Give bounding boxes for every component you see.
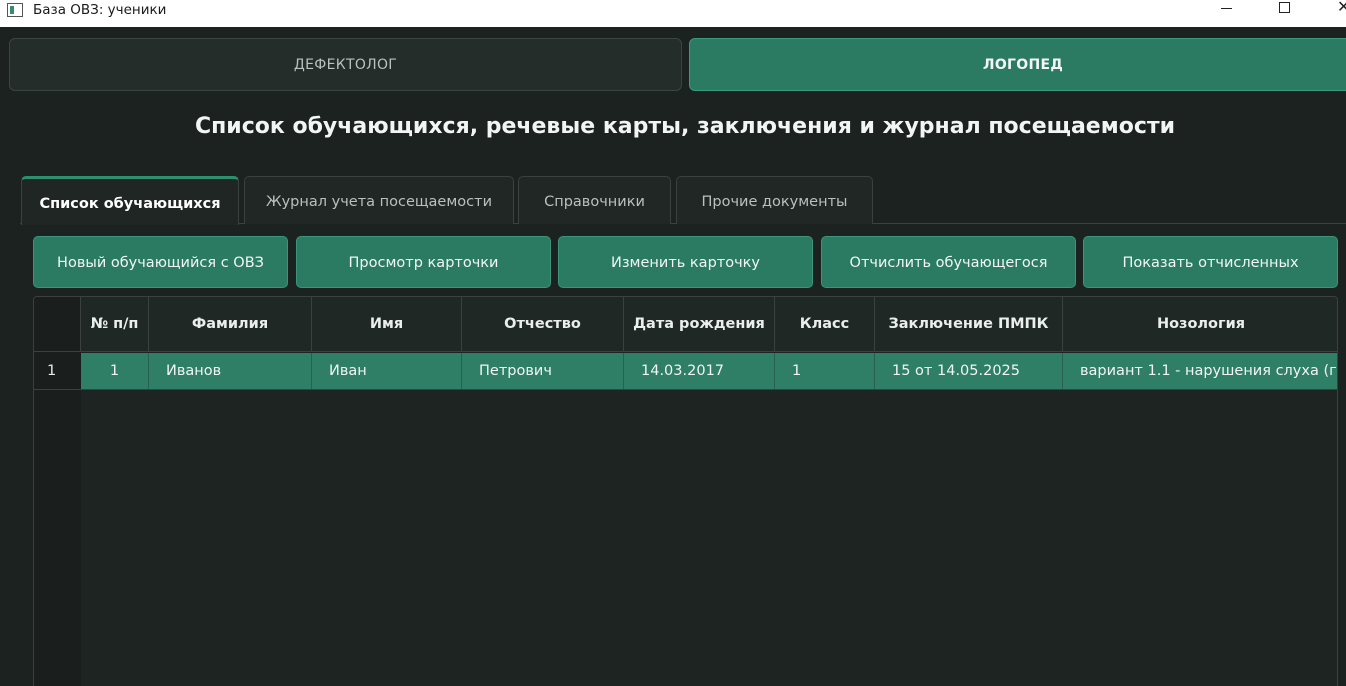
table-cell-name[interactable]: Иван [312, 353, 462, 389]
column-header-pmpk[interactable]: Заключение ПМПК [875, 297, 1063, 352]
close-button[interactable]: ✕ [1320, 0, 1346, 20]
table-cell-birthdate[interactable]: 14.03.2017 [624, 353, 775, 389]
students-table[interactable]: № п/п Фамилия Имя Отчество Дата рождения… [33, 296, 1338, 686]
header-divider [34, 351, 1337, 352]
column-header-number[interactable]: № п/п [81, 297, 149, 352]
row-header[interactable]: 1 [34, 353, 81, 389]
maximize-icon [1279, 2, 1290, 13]
minimize-button[interactable] [1204, 0, 1250, 20]
table-cell-pmpk[interactable]: 15 от 14.05.2025 [875, 353, 1063, 389]
tab-student-list[interactable]: Список обучающихся [21, 176, 239, 225]
table-cell-number[interactable]: 1 [81, 353, 149, 389]
new-student-button[interactable]: Новый обучающийся с ОВЗ [33, 236, 288, 288]
column-header-name[interactable]: Имя [312, 297, 462, 352]
tab-attendance-journal[interactable]: Журнал учета посещаемости [244, 176, 514, 224]
view-card-button[interactable]: Просмотр карточки [296, 236, 551, 288]
maximize-button[interactable] [1262, 0, 1308, 20]
column-header-birthdate[interactable]: Дата рождения [624, 297, 775, 352]
window-title: База ОВЗ: ученики [33, 2, 167, 18]
tab-references[interactable]: Справочники [518, 176, 671, 224]
minimize-icon [1221, 8, 1232, 9]
show-expelled-button[interactable]: Показать отчисленных [1083, 236, 1338, 288]
tab-other-documents[interactable]: Прочие документы [676, 176, 873, 224]
column-header-surname[interactable]: Фамилия [149, 297, 312, 352]
column-header-patronymic[interactable]: Отчество [462, 297, 624, 352]
role-logoped-button[interactable]: ЛОГОПЕД [689, 38, 1346, 91]
edit-card-button[interactable]: Изменить карточку [558, 236, 813, 288]
role-defectologist-button[interactable]: ДЕФЕКТОЛОГ [9, 38, 682, 91]
table-cell-surname[interactable]: Иванов [149, 353, 312, 389]
expel-student-button[interactable]: Отчислить обучающегося [821, 236, 1076, 288]
app-icon [7, 3, 23, 17]
column-header-nosology[interactable]: Нозология [1063, 297, 1337, 352]
window-titlebar: База ОВЗ: ученики ✕ [0, 0, 1346, 27]
table-cell-nosology[interactable]: вариант 1.1 - нарушения слуха (глу [1063, 353, 1337, 389]
table-empty-area[interactable] [81, 390, 1337, 686]
table-cell-patronymic[interactable]: Петрович [462, 353, 624, 389]
column-header-class[interactable]: Класс [775, 297, 875, 352]
table-corner[interactable] [34, 297, 81, 352]
close-icon: ✕ [1337, 0, 1346, 16]
table-cell-class[interactable]: 1 [775, 353, 875, 389]
page-title: Список обучающихся, речевые карты, заклю… [194, 114, 1176, 139]
